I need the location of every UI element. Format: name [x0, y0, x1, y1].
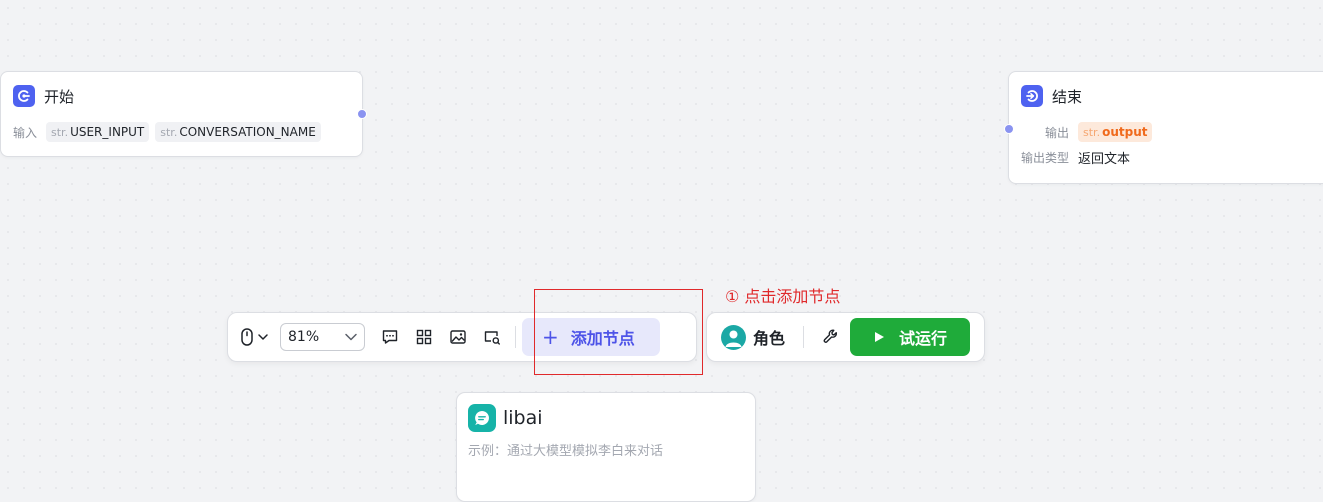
end-output-type-label: 输出类型	[1021, 151, 1070, 165]
screen-check-icon	[484, 331, 500, 345]
input-tag-conversation-name: str. CONVERSATION_NAME	[155, 122, 321, 142]
end-node-title: 结束	[1052, 87, 1083, 106]
input-name: USER_INPUT	[70, 125, 145, 139]
chevron-down-icon	[345, 333, 357, 341]
end-output-type-value: 返回文本	[1078, 152, 1131, 167]
end-node-icon	[1021, 85, 1043, 107]
libai-node-title: libai	[503, 407, 543, 429]
start-node-icon	[13, 85, 35, 107]
role-label: 角色	[753, 329, 786, 348]
minimap-button[interactable]	[441, 320, 475, 354]
role-button[interactable]: 角色	[721, 324, 786, 350]
annotation-highlight-box	[534, 289, 703, 375]
settings-button[interactable]	[816, 320, 846, 354]
input-tag-user-input: str. USER_INPUT	[46, 122, 150, 142]
output-tag: str. output	[1078, 122, 1153, 142]
annotation-text: ① 点击添加节点	[725, 287, 841, 306]
image-icon	[450, 330, 466, 344]
libai-node[interactable]: libai 示例：通过大模型模拟李白来对话	[456, 392, 756, 502]
toolbar-divider	[803, 326, 805, 348]
auto-layout-button[interactable]	[407, 320, 441, 354]
end-node[interactable]: 结束 输出 str. output 输出类型 返回文本	[1004, 71, 1323, 184]
start-node-title: 开始	[44, 87, 75, 106]
wrench-icon	[823, 329, 837, 343]
start-input-label: 输入	[13, 125, 38, 140]
run-label: 试运行	[899, 329, 948, 348]
toolbar-divider	[515, 326, 516, 348]
end-output-label: 输出	[1045, 125, 1070, 140]
chevron-down-icon	[258, 334, 268, 340]
libai-node-description: 示例：通过大模型模拟李白来对话	[468, 444, 664, 459]
layout-grid-icon	[416, 329, 432, 345]
output-type: str.	[1083, 125, 1101, 139]
comment-icon	[382, 330, 398, 344]
run-toolbar: 角色 试运行	[706, 312, 985, 362]
input-name: CONVERSATION_NAME	[179, 125, 316, 139]
start-node[interactable]: 开始 输入 str. USER_INPUT str. CONVERSATION_…	[0, 71, 367, 157]
zoom-select[interactable]: 81%	[280, 323, 365, 351]
interaction-mode-button[interactable]	[236, 320, 276, 354]
chat-icon	[468, 404, 496, 432]
input-type: str.	[51, 125, 69, 139]
user-icon	[725, 330, 742, 347]
test-panel-button[interactable]	[475, 320, 509, 354]
input-type: str.	[160, 125, 178, 139]
start-output-port[interactable]	[357, 109, 367, 119]
mouse-icon	[241, 328, 268, 346]
output-name: output	[1102, 125, 1148, 139]
comment-button[interactable]	[373, 320, 407, 354]
play-icon	[875, 332, 885, 342]
end-input-port[interactable]	[1004, 124, 1014, 134]
role-avatar	[721, 324, 746, 350]
test-run-button[interactable]: 试运行	[850, 318, 971, 356]
zoom-value: 81%	[288, 329, 320, 345]
